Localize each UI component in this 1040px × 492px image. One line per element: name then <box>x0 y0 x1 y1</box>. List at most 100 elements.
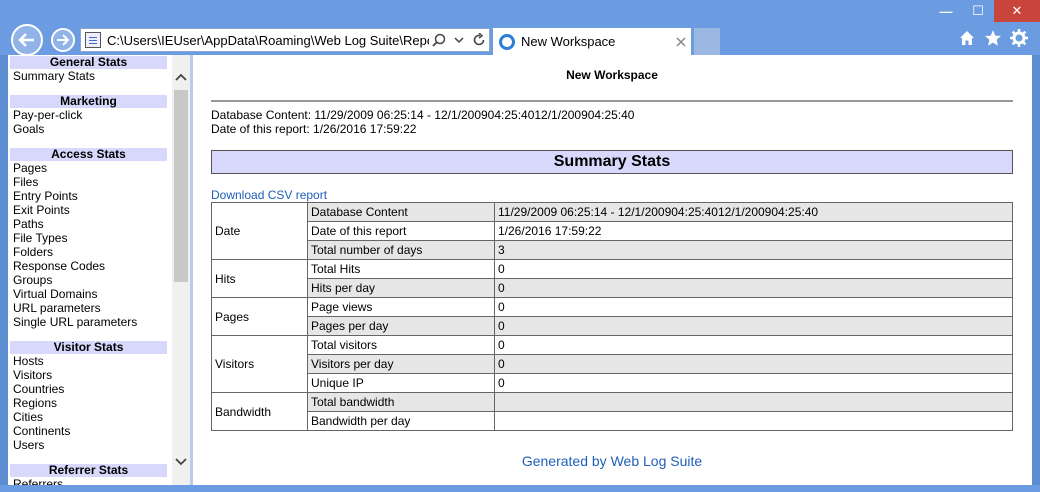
generated-by-link[interactable]: Generated by Web Log Suite <box>193 453 1031 469</box>
new-tab-button[interactable] <box>694 28 720 55</box>
window-bottom-border <box>0 485 1040 492</box>
row-group-label: Hits <box>211 259 308 298</box>
metric-cell: Bandwidth per day <box>307 411 495 431</box>
value-cell <box>494 392 1013 412</box>
row-group-label: Pages <box>211 297 308 336</box>
sidebar-item-continents[interactable]: Continents <box>8 424 170 438</box>
sidebar-item-users[interactable]: Users <box>8 438 170 452</box>
tab-new-workspace[interactable]: New Workspace <box>493 28 691 55</box>
chevron-down-icon[interactable] <box>449 36 469 44</box>
window-controls: — ☐ ✕ <box>930 0 1040 22</box>
sidebar-item-pages[interactable]: Pages <box>8 161 170 175</box>
section-header: Referrer Stats <box>10 464 167 477</box>
sidebar-item-paths[interactable]: Paths <box>8 217 170 231</box>
address-bar[interactable]: C:\Users\IEUser\AppData\Roaming\Web Log … <box>80 28 490 52</box>
value-cell: 0 <box>494 259 1013 279</box>
table-row: Visitors per day 0 <box>212 354 1013 374</box>
table-row: Visitors Total visitors 0 <box>211 335 1013 393</box>
sidebar-scrollbar[interactable] <box>172 55 190 485</box>
value-cell <box>494 411 1013 431</box>
metric-cell: Total visitors <box>307 335 495 355</box>
metric-cell: Database Content <box>307 202 495 222</box>
table-row: Pages Page views 0 <box>211 297 1013 336</box>
sidebar-item-virtual-domains[interactable]: Virtual Domains <box>8 287 170 301</box>
table-row: Total number of days 3 <box>212 240 1013 260</box>
back-arrow-icon <box>18 33 34 47</box>
sidebar-item-response-codes[interactable]: Response Codes <box>8 259 170 273</box>
sidebar-item-entry-points[interactable]: Entry Points <box>8 189 170 203</box>
back-button[interactable] <box>11 24 43 56</box>
value-cell: 0 <box>494 278 1013 298</box>
summary-table: Date Database Content 11/29/2009 06:25:1… <box>211 202 1013 431</box>
section-title-banner: Summary Stats <box>211 150 1013 174</box>
sidebar-item-countries[interactable]: Countries <box>8 382 170 396</box>
refresh-icon[interactable] <box>469 33 489 47</box>
sidebar-item-referrers[interactable]: Referrers <box>8 477 170 485</box>
database-content-line: Database Content: 11/29/2009 06:25:14 - … <box>211 108 635 122</box>
table-row: Hits per day 0 <box>212 278 1013 298</box>
scroll-thumb[interactable] <box>174 90 188 282</box>
sidebar-item-folders[interactable]: Folders <box>8 245 170 259</box>
sidebar-item-url-parameters[interactable]: URL parameters <box>8 301 170 315</box>
close-icon[interactable] <box>671 34 691 50</box>
sidebar-section-general: General Stats Summary Stats <box>8 56 170 83</box>
sidebar-item-pay-per-click[interactable]: Pay-per-click <box>8 108 170 122</box>
metric-cell: Visitors per day <box>307 354 495 374</box>
minimize-button[interactable]: — <box>930 0 962 22</box>
section-header: General Stats <box>10 56 167 69</box>
section-header: Marketing <box>10 95 167 108</box>
scroll-down-icon[interactable] <box>172 452 190 472</box>
sidebar-item-goals[interactable]: Goals <box>8 122 170 136</box>
value-cell: 0 <box>494 373 1013 393</box>
tab-title: New Workspace <box>521 34 616 49</box>
value-cell: 3 <box>494 240 1013 260</box>
table-row: Unique IP 0 <box>212 373 1013 393</box>
workspace-title: New Workspace <box>566 68 658 82</box>
gear-icon[interactable] <box>1010 28 1028 48</box>
metric-cell: Date of this report <box>307 221 495 241</box>
maximize-button[interactable]: ☐ <box>962 0 994 22</box>
toolbar-icons <box>958 28 1028 48</box>
value-cell: 0 <box>494 335 1013 355</box>
table-row: Date of this report 1/26/2016 17:59:22 <box>212 221 1013 241</box>
forward-button[interactable] <box>51 28 75 52</box>
home-icon[interactable] <box>958 28 976 48</box>
value-cell: 1/26/2016 17:59:22 <box>494 221 1013 241</box>
table-row: Bandwidth per day <box>212 411 1013 431</box>
sidebar-item-exit-points[interactable]: Exit Points <box>8 203 170 217</box>
sidebar-item-summary-stats[interactable]: Summary Stats <box>8 69 170 83</box>
metric-cell: Total number of days <box>307 240 495 260</box>
row-group-label: Date <box>211 202 308 260</box>
sidebar-item-groups[interactable]: Groups <box>8 273 170 287</box>
sidebar-item-file-types[interactable]: File Types <box>8 231 170 245</box>
value-cell: 0 <box>494 316 1013 336</box>
sidebar-item-visitors[interactable]: Visitors <box>8 368 170 382</box>
close-window-button[interactable]: ✕ <box>994 0 1040 22</box>
sidebar-section-access: Access Stats Pages Files Entry Points Ex… <box>8 148 170 329</box>
page-icon <box>85 32 101 48</box>
value-cell: 0 <box>494 354 1013 374</box>
metric-cell: Hits per day <box>307 278 495 298</box>
scroll-up-icon[interactable] <box>172 67 190 87</box>
star-icon[interactable] <box>984 28 1002 48</box>
value-cell: 0 <box>494 297 1013 317</box>
sidebar-item-regions[interactable]: Regions <box>8 396 170 410</box>
metric-cell: Total bandwidth <box>307 392 495 412</box>
internet-explorer-icon <box>499 33 515 50</box>
row-group-label: Visitors <box>211 335 308 393</box>
sidebar-item-hosts[interactable]: Hosts <box>8 354 170 368</box>
sidebar-item-files[interactable]: Files <box>8 175 170 189</box>
report-date-line: Date of this report: 1/26/2016 17:59:22 <box>211 122 417 136</box>
metric-cell: Total Hits <box>307 259 495 279</box>
metric-cell: Unique IP <box>307 373 495 393</box>
address-url[interactable]: C:\Users\IEUser\AppData\Roaming\Web Log … <box>107 33 429 48</box>
section-header: Access Stats <box>10 148 167 161</box>
search-icon[interactable] <box>429 33 449 47</box>
sidebar-section-visitor: Visitor Stats Hosts Visitors Countries R… <box>8 341 170 452</box>
sidebar-item-single-url-parameters[interactable]: Single URL parameters <box>8 315 170 329</box>
table-row: Hits Total Hits 0 <box>211 259 1013 298</box>
divider-line <box>211 100 1013 102</box>
title-bar: — ☐ ✕ C:\Users\IEUser\AppData\Roaming\We… <box>0 0 1040 56</box>
sidebar-item-cities[interactable]: Cities <box>8 410 170 424</box>
download-csv-link[interactable]: Download CSV report <box>211 188 327 202</box>
